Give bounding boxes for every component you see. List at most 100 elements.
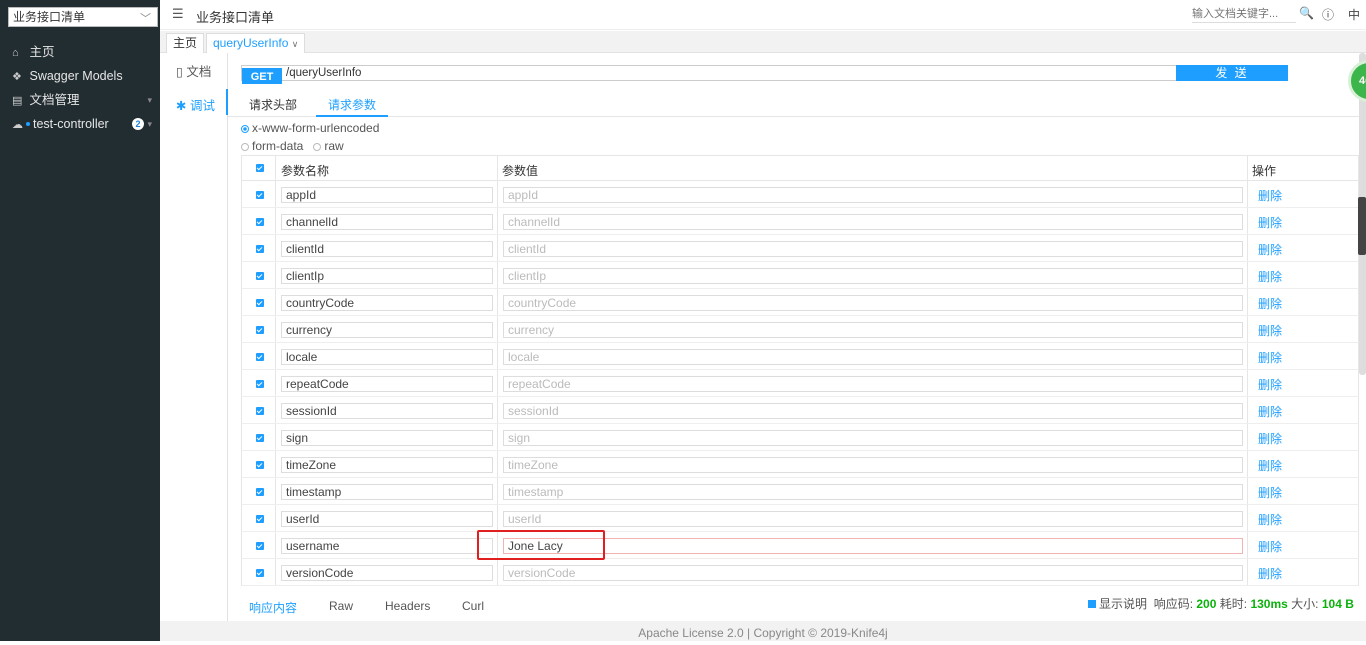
row-checkbox[interactable] xyxy=(256,380,264,388)
param-name-input[interactable] xyxy=(281,187,493,203)
cube-icon: ❖ xyxy=(12,65,26,89)
vtab-doc[interactable]: ▯ 文档 xyxy=(176,61,211,80)
sidebar-item-swagger-models[interactable]: ❖ Swagger Models xyxy=(0,64,160,88)
param-value-input[interactable] xyxy=(503,430,1243,446)
delete-link[interactable]: 删除 xyxy=(1258,349,1282,366)
search-input[interactable] xyxy=(1192,6,1296,23)
language-toggle[interactable]: 中 xyxy=(1348,6,1360,23)
delete-link[interactable]: 删除 xyxy=(1258,484,1282,501)
url-input[interactable] xyxy=(286,66,1166,80)
delete-link[interactable]: 删除 xyxy=(1258,295,1282,312)
param-name-input[interactable] xyxy=(281,349,493,365)
param-name-input[interactable] xyxy=(281,268,493,284)
radio-selected-icon[interactable] xyxy=(241,125,249,133)
param-name-input[interactable] xyxy=(281,430,493,446)
tab-response-headers[interactable]: Headers xyxy=(385,599,430,613)
param-name-input[interactable] xyxy=(281,295,493,311)
help-icon[interactable]: ⓘ xyxy=(1322,6,1334,23)
menu-toggle-icon[interactable]: ☰ xyxy=(172,6,184,22)
param-value-input[interactable] xyxy=(503,187,1243,203)
delete-link[interactable]: 删除 xyxy=(1258,241,1282,258)
sidebar-item-home[interactable]: ⌂ 主页 xyxy=(0,40,160,64)
row-checkbox[interactable] xyxy=(256,191,264,199)
vtab-label: 调试 xyxy=(190,99,215,113)
param-name-input[interactable] xyxy=(281,376,493,392)
row-checkbox[interactable] xyxy=(256,245,264,253)
row-checkbox[interactable] xyxy=(256,407,264,415)
param-value-input[interactable] xyxy=(503,457,1243,473)
param-value-input[interactable] xyxy=(503,511,1243,527)
param-value-input[interactable] xyxy=(503,349,1243,365)
row-checkbox[interactable] xyxy=(256,569,264,577)
param-name-input[interactable] xyxy=(281,565,493,581)
content-type-formdata[interactable]: form-data raw xyxy=(241,139,344,153)
row-checkbox[interactable] xyxy=(256,515,264,523)
main-content: GET 发 送 请求头部 请求参数 x-www-form-urlencoded … xyxy=(228,53,1366,623)
send-button[interactable]: 发 送 xyxy=(1176,65,1288,81)
tab-query-user-info[interactable]: queryUserInfo ∨ xyxy=(206,33,305,53)
delete-link[interactable]: 删除 xyxy=(1258,322,1282,339)
delete-link[interactable]: 删除 xyxy=(1258,187,1282,204)
tab-response-raw[interactable]: Raw xyxy=(329,599,353,613)
param-name-input[interactable] xyxy=(281,484,493,500)
param-name-input[interactable] xyxy=(281,538,493,554)
row-checkbox[interactable] xyxy=(256,326,264,334)
table-row: 删除 xyxy=(241,505,1359,532)
row-checkbox[interactable] xyxy=(256,542,264,550)
content-type-raw[interactable]: raw xyxy=(324,139,343,153)
sidebar-item-test-controller[interactable]: ☁test-controller 2 ▾ xyxy=(0,112,160,136)
param-value-input[interactable] xyxy=(503,376,1243,392)
vtab-debug[interactable]: ✱ 调试 xyxy=(176,95,215,114)
count-badge: 2 xyxy=(132,118,144,130)
radio-icon[interactable] xyxy=(241,143,249,151)
delete-link[interactable]: 删除 xyxy=(1258,268,1282,285)
delete-link[interactable]: 删除 xyxy=(1258,565,1282,582)
tab-response-curl[interactable]: Curl xyxy=(462,599,484,613)
row-checkbox[interactable] xyxy=(256,461,264,469)
delete-link[interactable]: 删除 xyxy=(1258,457,1282,474)
row-checkbox[interactable] xyxy=(256,353,264,361)
sidebar-item-label: 文档管理 xyxy=(29,93,79,107)
tab-request-headers[interactable]: 请求头部 xyxy=(249,96,297,113)
param-value-input[interactable] xyxy=(503,241,1243,257)
row-checkbox[interactable] xyxy=(256,218,264,226)
tab-request-params[interactable]: 请求参数 xyxy=(328,96,376,113)
delete-link[interactable]: 删除 xyxy=(1258,538,1282,555)
table-row: 删除 xyxy=(241,478,1359,505)
delete-link[interactable]: 删除 xyxy=(1258,376,1282,393)
param-value-input[interactable] xyxy=(503,403,1243,419)
param-value-input[interactable] xyxy=(503,322,1243,338)
select-all-checkbox[interactable] xyxy=(256,164,264,172)
radio-icon[interactable] xyxy=(313,143,321,151)
radio-label: x-www-form-urlencoded xyxy=(252,121,379,135)
show-desc-checkbox[interactable] xyxy=(1088,600,1096,608)
row-checkbox[interactable] xyxy=(256,272,264,280)
row-checkbox[interactable] xyxy=(256,488,264,496)
delete-link[interactable]: 删除 xyxy=(1258,214,1282,231)
row-checkbox[interactable] xyxy=(256,299,264,307)
param-value-input[interactable] xyxy=(503,214,1243,230)
sidebar-item-doc-manage[interactable]: ▤ 文档管理 ▾ xyxy=(0,88,160,112)
param-name-input[interactable] xyxy=(281,403,493,419)
param-value-input[interactable] xyxy=(503,268,1243,284)
param-value-input[interactable] xyxy=(503,295,1243,311)
row-checkbox[interactable] xyxy=(256,434,264,442)
param-value-input[interactable] xyxy=(503,565,1243,581)
param-name-input[interactable] xyxy=(281,457,493,473)
delete-link[interactable]: 删除 xyxy=(1258,430,1282,447)
content-type-urlencoded[interactable]: x-www-form-urlencoded xyxy=(241,121,379,135)
delete-link[interactable]: 删除 xyxy=(1258,403,1282,420)
tab-home[interactable]: 主页 xyxy=(166,33,204,53)
param-value-input[interactable] xyxy=(503,484,1243,500)
param-value-input[interactable] xyxy=(503,538,1243,554)
group-select[interactable]: 业务接口清单 ﹀ xyxy=(8,7,158,27)
delete-link[interactable]: 删除 xyxy=(1258,511,1282,528)
scrollbar-handle[interactable] xyxy=(1358,197,1366,255)
param-name-input[interactable] xyxy=(281,214,493,230)
param-name-input[interactable] xyxy=(281,322,493,338)
tab-response-content[interactable]: 响应内容 xyxy=(249,599,297,616)
param-name-input[interactable] xyxy=(281,511,493,527)
param-name-input[interactable] xyxy=(281,241,493,257)
table-row: 删除 xyxy=(241,559,1359,586)
search-icon[interactable]: 🔍 xyxy=(1299,6,1314,20)
